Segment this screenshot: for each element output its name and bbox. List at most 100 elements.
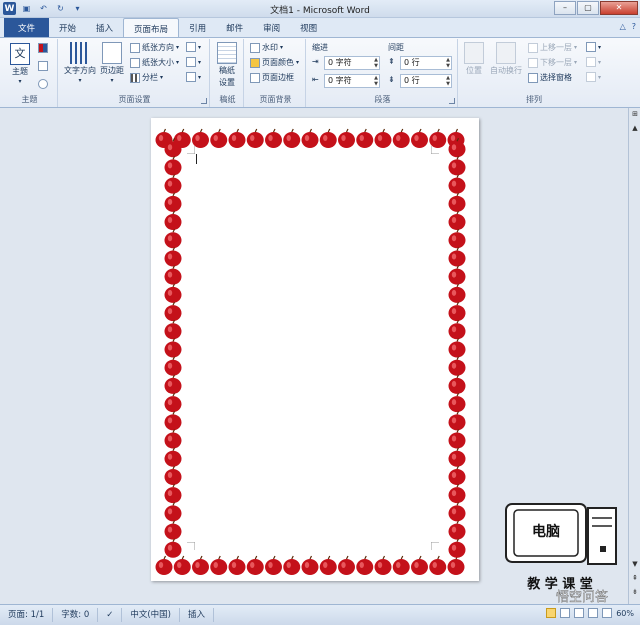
tab-home[interactable]: 开始 — [49, 18, 86, 37]
themes-button[interactable]: 文 主题 ▾ — [10, 43, 30, 85]
rotate-button[interactable]: ▾ — [586, 72, 601, 82]
page-color-button[interactable]: 页面颜色 ▾ — [250, 57, 299, 68]
theme-colors-button[interactable] — [38, 43, 48, 53]
indent-right-icon: ⇤ — [312, 75, 319, 84]
border-apple — [448, 483, 466, 504]
border-apple — [164, 465, 182, 485]
minimize-button[interactable]: – — [554, 1, 576, 15]
border-apple — [319, 128, 337, 148]
border-apple — [210, 555, 228, 575]
columns-button[interactable]: 分栏 ▾ — [130, 72, 163, 83]
status-mode[interactable]: 插入 — [180, 608, 215, 622]
position-button[interactable]: 位置 — [464, 42, 484, 76]
tab-mailings[interactable]: 邮件 — [216, 18, 253, 37]
maximize-button[interactable]: ▢ — [577, 1, 599, 15]
document-page[interactable] — [151, 118, 479, 581]
orientation-icon — [130, 42, 140, 53]
breaks-button[interactable]: ▾ — [186, 42, 201, 52]
tab-file[interactable]: 文件 — [4, 18, 50, 37]
web-layout-icon[interactable] — [574, 608, 585, 618]
next-page-icon[interactable]: ⇟ — [630, 588, 640, 600]
text-direction-button[interactable]: 文字方向 ▾ — [64, 42, 96, 84]
orientation-button[interactable]: 纸张方向 ▾ — [130, 42, 179, 53]
ruler-toggle-icon[interactable]: ⊞ — [630, 110, 640, 122]
minimize-ribbon-icon[interactable]: △ — [620, 22, 626, 31]
border-apple — [448, 465, 466, 485]
align-icon — [586, 42, 596, 52]
border-apple — [301, 128, 319, 148]
border-apple — [356, 128, 374, 148]
size-button[interactable]: 纸张大小 ▾ — [130, 57, 179, 68]
tab-page-layout[interactable]: 页面布局 — [123, 18, 180, 37]
border-apple — [448, 265, 466, 285]
hyphenation-button[interactable]: ▾ — [186, 72, 201, 82]
bring-forward-button[interactable]: 上移一层 ▾ — [528, 42, 577, 53]
title-bar: W ▣ ↶ ↻ ▾ 文档1 - Microsoft Word – ▢ ✕ — [0, 0, 640, 18]
group-page-setup: 文字方向 ▾ 页边距 ▾ 纸张方向 ▾ 纸张大小 ▾ 分栏 ▾ ▾ ▾ ▾ 页面设置 — [60, 39, 210, 107]
status-page[interactable]: 页面: 1/1 — [0, 608, 54, 622]
send-backward-button[interactable]: 下移一层 ▾ — [528, 57, 577, 68]
line-numbers-button[interactable]: ▾ — [186, 57, 201, 67]
tab-review[interactable]: 审阅 — [253, 18, 290, 37]
margins-button[interactable]: 页边距 ▾ — [100, 42, 124, 84]
group-button[interactable]: ▾ — [586, 57, 601, 67]
border-apple — [411, 555, 428, 575]
proofing-icon[interactable]: ✓ — [98, 608, 123, 622]
status-language[interactable]: 中文(中国) — [122, 608, 180, 622]
text-direction-icon — [70, 42, 90, 64]
dropdown-arrow-icon: ▾ — [78, 77, 82, 84]
dropdown-arrow-icon: ▾ — [110, 77, 114, 84]
outline-icon[interactable] — [588, 608, 599, 618]
margin-mark-top-right — [431, 146, 439, 154]
paragraph-launcher-icon[interactable] — [449, 98, 455, 104]
watermark-logo: 电脑 教 学 课 堂 悟空问答 — [505, 503, 617, 604]
theme-effects-button[interactable] — [38, 79, 48, 89]
border-apple — [164, 538, 182, 558]
page-borders-button[interactable]: 页面边框 — [250, 72, 294, 83]
group-label-manuscript: 稿纸 — [219, 95, 236, 104]
page-setup-launcher-icon[interactable] — [201, 98, 207, 104]
border-apple — [164, 338, 182, 358]
help-icon[interactable]: ? — [632, 22, 636, 31]
selection-pane-button[interactable]: 选择窗格 — [528, 72, 572, 83]
scroll-up-icon[interactable]: ▲ — [630, 124, 640, 136]
theme-fonts-button[interactable] — [38, 61, 48, 71]
border-apple — [448, 338, 466, 358]
border-apple — [164, 283, 182, 303]
border-apple — [164, 156, 182, 176]
indent-right-field[interactable]: 0 字符 ▲ ▼ — [324, 74, 380, 88]
border-apple — [210, 128, 228, 148]
scroll-down-icon[interactable]: ▼ — [630, 560, 640, 572]
spacing-before-field[interactable]: 0 行 ▲ ▼ — [400, 56, 452, 70]
dropdown-arrow-icon: ▾ — [18, 78, 22, 85]
tab-references[interactable]: 引用 — [179, 18, 216, 37]
border-apple — [164, 356, 182, 376]
draft-icon[interactable] — [602, 608, 613, 618]
align-button[interactable]: ▾ — [586, 42, 601, 52]
print-layout-icon[interactable] — [546, 608, 557, 618]
ribbon: 文 主题 ▾ 主题 文字方向 ▾ 页边距 ▾ 纸张方向 ▾ 纸张大小 ▾ 分栏 ▾ ▾… — [0, 38, 640, 108]
manuscript-settings-button[interactable]: 稿纸 设置 — [217, 42, 237, 88]
group-label-page-background: 页面背景 — [259, 95, 292, 104]
themes-icon: 文 — [10, 43, 30, 65]
border-apple — [164, 483, 182, 504]
close-button[interactable]: ✕ — [600, 1, 638, 15]
status-words[interactable]: 字数: 0 — [53, 608, 99, 622]
spacing-after-field[interactable]: 0 行 ▲ ▼ — [400, 74, 452, 88]
tab-insert[interactable]: 插入 — [86, 18, 123, 37]
border-apple — [448, 174, 466, 194]
wrap-text-button[interactable]: 自动换行 — [490, 42, 522, 76]
indent-left-field[interactable]: 0 字符 ▲ ▼ — [324, 56, 380, 70]
full-screen-reading-icon[interactable] — [560, 608, 571, 618]
tab-view[interactable]: 视图 — [290, 18, 327, 37]
zoom-level[interactable]: 60% — [616, 609, 634, 618]
fonts-icon — [38, 61, 48, 71]
border-apple — [164, 174, 182, 194]
border-apple — [164, 320, 182, 340]
border-apple — [246, 555, 264, 575]
rotate-icon — [586, 72, 596, 82]
page-borders-icon — [250, 72, 260, 83]
previous-page-icon[interactable]: ⇞ — [630, 574, 640, 586]
send-backward-icon — [528, 57, 538, 68]
watermark-button[interactable]: 水印 ▾ — [250, 42, 283, 53]
